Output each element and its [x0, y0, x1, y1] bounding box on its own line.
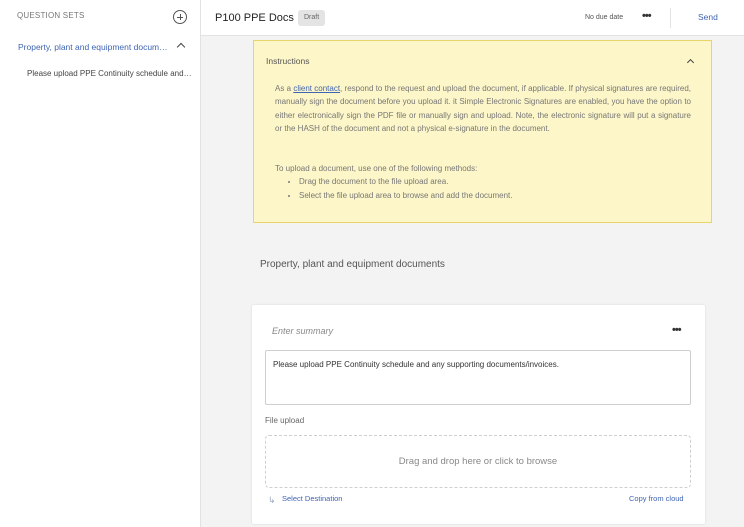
- header-divider: [670, 8, 671, 28]
- send-button[interactable]: Send: [698, 12, 718, 22]
- client-contact-link[interactable]: client contact: [293, 84, 340, 93]
- add-question-set-icon[interactable]: [173, 10, 187, 24]
- description-field[interactable]: Please upload PPE Continuity schedule an…: [265, 350, 691, 405]
- instructions-text-start: As a: [275, 84, 294, 93]
- section-title: Property, plant and equipment documents: [260, 259, 445, 270]
- dropzone-text: Drag and drop here or click to browse: [398, 456, 558, 467]
- summary-input[interactable]: Enter summary: [272, 326, 333, 336]
- collapse-chevron-icon[interactable]: [686, 58, 695, 67]
- page-title: P100 PPE Docs: [215, 12, 294, 24]
- upload-methods: To upload a document, use one of the fol…: [275, 162, 691, 202]
- instructions-panel: Instructions As a client contact, respon…: [253, 40, 712, 223]
- question-sets-sidebar: QUESTION SETS Property, plant and equipm…: [0, 0, 201, 527]
- instructions-text: As a client contact, respond to the requ…: [275, 82, 691, 135]
- upload-method-item: Drag the document to the file upload are…: [299, 175, 691, 188]
- instructions-title: Instructions: [266, 56, 310, 66]
- upload-method-item: Select the file upload area to browse an…: [299, 189, 691, 202]
- card-more-options-icon[interactable]: •••: [672, 324, 682, 336]
- request-card: Enter summary ••• Please upload PPE Cont…: [252, 305, 705, 524]
- select-destination-link[interactable]: Select Destination: [282, 494, 342, 503]
- more-options-icon[interactable]: •••: [642, 10, 652, 22]
- sidebar-section-ppe[interactable]: Property, plant and equipment documents: [18, 42, 170, 52]
- chevron-up-icon[interactable]: [176, 42, 186, 52]
- status-badge: Draft: [298, 10, 326, 26]
- destination-arrow-icon: ↳: [268, 495, 276, 505]
- sidebar-item-ppe-upload[interactable]: Please upload PPE Continuity schedule an…: [27, 69, 193, 78]
- due-date-label[interactable]: No due date: [585, 14, 623, 21]
- upload-methods-list: Drag the document to the file upload are…: [299, 175, 691, 202]
- copy-from-cloud-link[interactable]: Copy from cloud: [629, 494, 684, 503]
- file-dropzone[interactable]: Drag and drop here or click to browse: [265, 435, 691, 488]
- top-header: P100 PPE Docs Draft No due date ••• Send: [201, 0, 744, 36]
- sidebar-heading: QUESTION SETS: [17, 11, 85, 20]
- upload-methods-intro: To upload a document, use one of the fol…: [275, 164, 478, 173]
- file-upload-label: File upload: [265, 416, 305, 425]
